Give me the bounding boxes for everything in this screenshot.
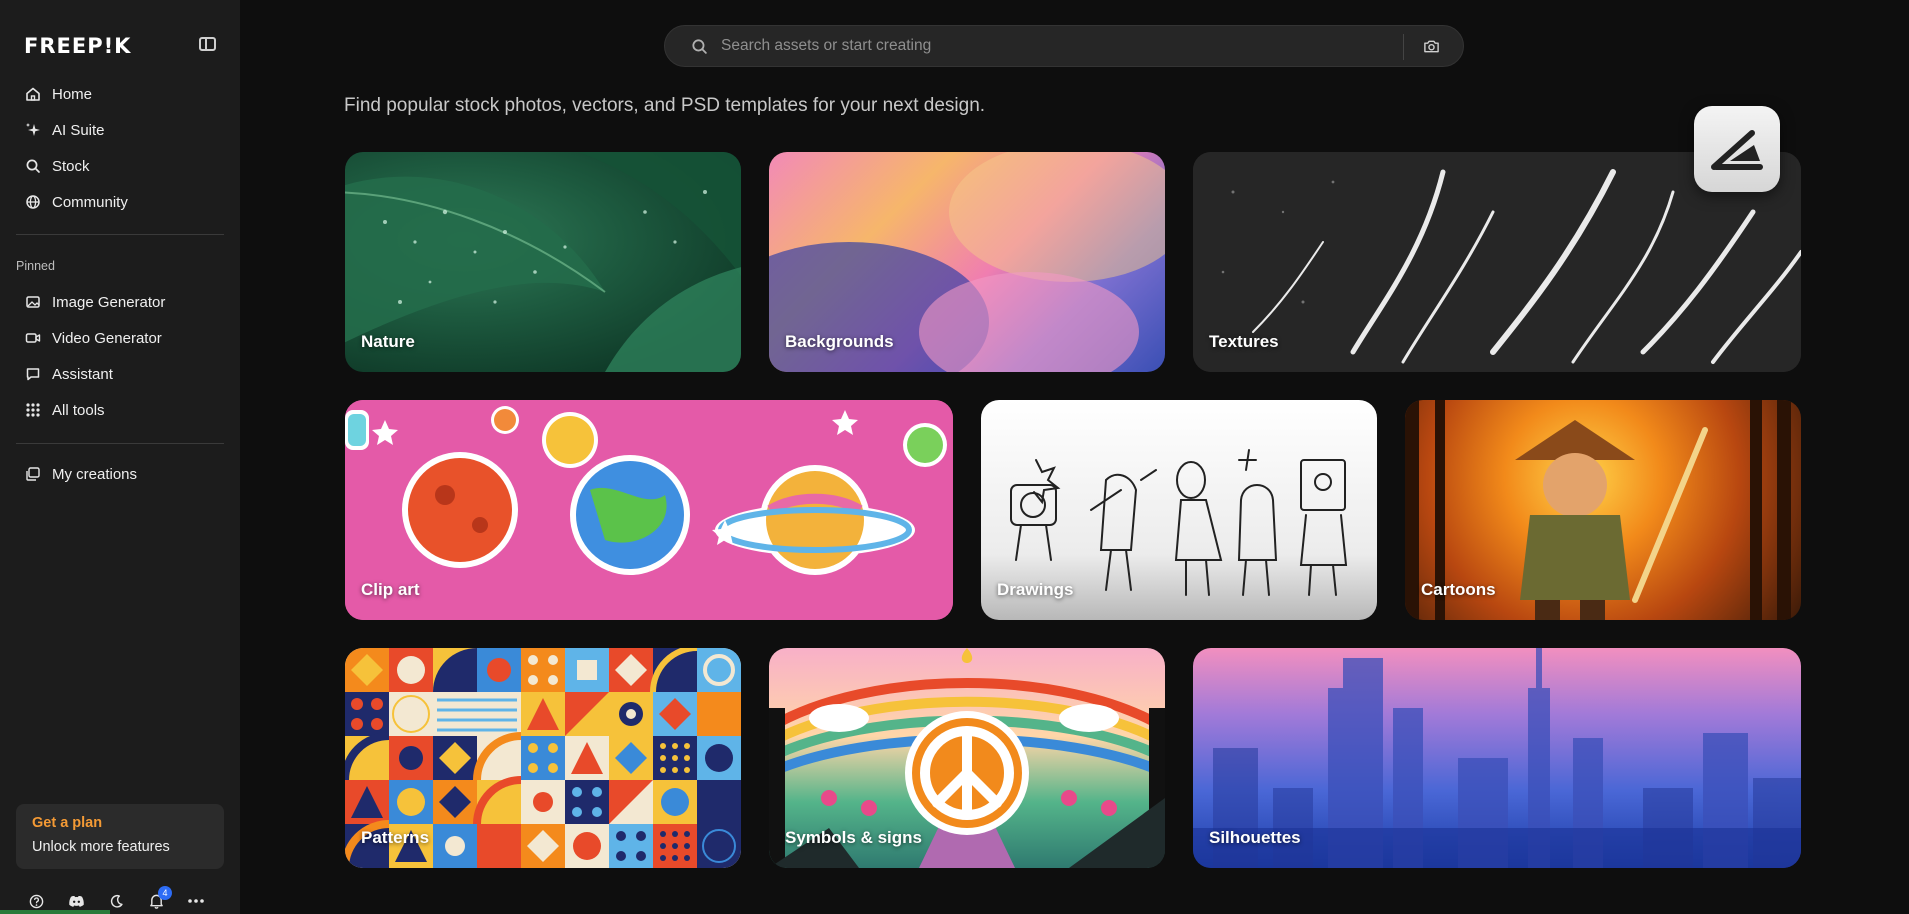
nav-item-label: Community	[52, 193, 128, 211]
category-label: Symbols & signs	[785, 828, 922, 847]
nav-item-assistant[interactable]: Assistant	[16, 358, 224, 390]
help-icon[interactable]	[16, 890, 56, 912]
search-bar	[664, 25, 1464, 67]
camera-icon[interactable]	[1423, 38, 1440, 59]
nav-item-label: Home	[52, 85, 93, 103]
app-window: FREEP!K Home AI Suite Stock Community Pi…	[0, 0, 1909, 914]
moon-icon[interactable]	[96, 890, 136, 912]
grid-icon	[23, 400, 43, 420]
category-tile-drawings[interactable]: Drawings	[981, 400, 1377, 620]
category-label: Nature	[361, 332, 415, 351]
pinned-section-label: Pinned	[16, 259, 55, 273]
category-label: Silhouettes	[1209, 828, 1301, 847]
nav-item-label: All tools	[52, 401, 105, 419]
page-tagline: Find popular stock photos, vectors, and …	[344, 95, 986, 116]
category-label: Clip art	[361, 580, 420, 599]
sidebar-toggle-icon[interactable]	[199, 37, 216, 51]
search-divider	[1403, 34, 1404, 60]
sparkle-icon	[23, 120, 43, 140]
search-input[interactable]	[721, 26, 1401, 66]
nav-item-label: Image Generator	[52, 293, 166, 311]
sidebar-bottom-bar: 4	[16, 886, 224, 912]
category-label: Drawings	[997, 580, 1074, 599]
freepik-logo[interactable]: FREEP!K	[24, 34, 131, 58]
category-tile-silhouettes[interactable]: Silhouettes	[1193, 648, 1801, 868]
nav-item-all-tools[interactable]: All tools	[16, 394, 224, 426]
nav-item-stock[interactable]: Stock	[16, 150, 224, 182]
category-label: Textures	[1209, 332, 1279, 351]
nav-item-my-creations[interactable]: My creations	[16, 458, 224, 490]
category-label: Backgrounds	[785, 332, 894, 351]
get-plan-card[interactable]: Get a plan Unlock more features	[16, 804, 224, 869]
search-icon	[23, 156, 43, 176]
sidebar-divider	[16, 443, 224, 444]
bell-icon[interactable]: 4	[136, 886, 176, 912]
category-label: Cartoons	[1421, 580, 1496, 599]
category-label: Patterns	[361, 828, 430, 847]
chat-icon	[23, 364, 43, 384]
search-icon	[691, 38, 708, 60]
notification-badge: 4	[158, 886, 172, 900]
nav-item-label: My creations	[52, 465, 138, 483]
sidebar: FREEP!K Home AI Suite Stock Community Pi…	[0, 0, 240, 914]
nav-item-ai-suite[interactable]: AI Suite	[16, 114, 224, 146]
plan-subtitle: Unlock more features	[32, 839, 170, 855]
category-tile-cartoons[interactable]: Cartoons	[1405, 400, 1801, 620]
nav-item-video-generator[interactable]: Video Generator	[16, 322, 224, 354]
category-tile-clip-art[interactable]: Clip art	[345, 400, 953, 620]
category-tile-nature[interactable]: Nature	[345, 152, 741, 372]
floating-app-button[interactable]	[1694, 106, 1780, 192]
plan-title: Get a plan	[32, 815, 103, 831]
discord-icon[interactable]	[56, 890, 96, 912]
nav-item-label: Video Generator	[52, 329, 162, 347]
clip-art-image	[345, 400, 953, 620]
globe-icon	[23, 192, 43, 212]
video-icon	[23, 328, 43, 348]
nav-item-label: AI Suite	[52, 121, 105, 139]
nav-item-label: Assistant	[52, 365, 113, 383]
folder-icon	[23, 464, 43, 484]
nav-item-label: Stock	[52, 157, 90, 175]
sidebar-divider	[16, 234, 224, 235]
home-icon	[23, 84, 43, 104]
nav-item-image-generator[interactable]: Image Generator	[16, 286, 224, 318]
category-tile-backgrounds[interactable]: Backgrounds	[769, 152, 1165, 372]
category-tile-symbols-signs[interactable]: Symbols & signs	[769, 648, 1165, 868]
progress-strip	[0, 910, 110, 914]
nav-item-home[interactable]: Home	[16, 78, 224, 110]
angle-logo-icon	[1711, 130, 1763, 170]
category-tile-patterns[interactable]: Patterns	[345, 648, 741, 868]
image-icon	[23, 292, 43, 312]
nav-item-community[interactable]: Community	[16, 186, 224, 218]
more-icon[interactable]	[176, 890, 216, 912]
